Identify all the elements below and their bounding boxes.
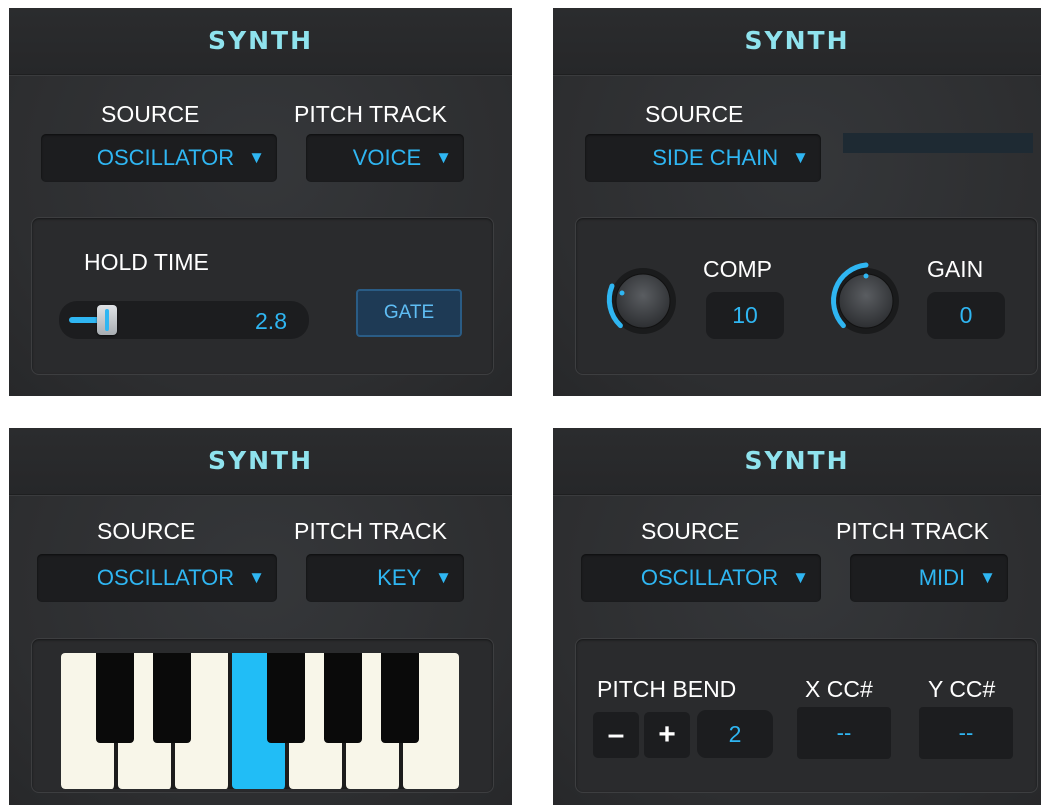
black-key[interactable] xyxy=(381,653,419,743)
black-key[interactable] xyxy=(324,653,362,743)
dropdown-arrow-icon: ▼ xyxy=(792,568,809,587)
source-value: OSCILLATOR xyxy=(96,565,235,590)
panel-header: SYNTH xyxy=(553,428,1041,495)
x-cc-label: X CC# xyxy=(805,676,873,702)
panel-header: SYNTH xyxy=(553,8,1041,75)
source-label: SOURCE xyxy=(97,518,196,544)
synth-panel-voice: SYNTH SOURCE OSCILLATOR ▼ PITCH TRACK VO… xyxy=(9,8,512,396)
synth-panel-side-chain: SYNTH SOURCE SIDE CHAIN ▼ COMP 10 GAIN 0 xyxy=(553,8,1041,396)
black-key[interactable] xyxy=(267,653,305,743)
pitch-track-value: MIDI xyxy=(918,565,966,590)
y-cc-field[interactable]: -- xyxy=(919,707,1013,759)
dropdown-arrow-icon: ▼ xyxy=(792,148,809,167)
pitch-track-label: PITCH TRACK xyxy=(294,101,447,127)
comp-value[interactable]: 10 xyxy=(706,292,784,339)
dropdown-arrow-icon: ▼ xyxy=(979,568,996,587)
comp-knob[interactable] xyxy=(598,256,688,346)
panel-title: SYNTH xyxy=(207,446,313,475)
gate-button[interactable]: GATE xyxy=(356,289,462,337)
panel-title: SYNTH xyxy=(207,26,313,55)
dropdown-arrow-icon: ▼ xyxy=(248,568,265,587)
side-chain-level-meter xyxy=(843,133,1033,153)
gain-label: GAIN xyxy=(927,256,984,282)
pitch-track-dropdown[interactable]: KEY ▼ xyxy=(306,554,464,602)
pitch-bend-label: PITCH BEND xyxy=(597,676,737,702)
piano-keyboard xyxy=(61,653,459,789)
hold-time-slider[interactable]: 2.8 xyxy=(59,301,309,339)
pitch-track-value: VOICE xyxy=(352,145,422,170)
panel-header: SYNTH xyxy=(9,8,512,75)
pitch-bend-value[interactable]: 2 xyxy=(697,710,773,758)
gain-value[interactable]: 0 xyxy=(927,292,1005,339)
black-key[interactable] xyxy=(96,653,134,743)
source-dropdown[interactable]: SIDE CHAIN ▼ xyxy=(585,134,821,182)
dropdown-arrow-icon: ▼ xyxy=(435,148,452,167)
pitch-bend-minus-button[interactable]: – xyxy=(593,712,639,758)
source-value: OSCILLATOR xyxy=(96,145,235,170)
pitch-track-dropdown[interactable]: VOICE ▼ xyxy=(306,134,464,182)
pitch-track-dropdown[interactable]: MIDI ▼ xyxy=(850,554,1008,602)
hold-time-label: HOLD TIME xyxy=(84,249,209,275)
hold-time-value: 2.8 xyxy=(255,308,287,334)
x-cc-field[interactable]: -- xyxy=(797,707,891,759)
y-cc-label: Y CC# xyxy=(928,676,996,702)
source-label: SOURCE xyxy=(641,518,740,544)
pitch-bend-plus-button[interactable]: + xyxy=(644,712,690,758)
panel-header: SYNTH xyxy=(9,428,512,495)
dropdown-arrow-icon: ▼ xyxy=(248,148,265,167)
source-dropdown[interactable]: OSCILLATOR ▼ xyxy=(581,554,821,602)
source-label: SOURCE xyxy=(645,101,744,127)
source-dropdown[interactable]: OSCILLATOR ▼ xyxy=(41,134,277,182)
synth-panel-key: SYNTH SOURCE OSCILLATOR ▼ PITCH TRACK KE… xyxy=(9,428,512,805)
source-value: OSCILLATOR xyxy=(640,565,779,590)
gain-knob[interactable] xyxy=(821,256,911,346)
synth-panel-midi: SYNTH SOURCE OSCILLATOR ▼ PITCH TRACK MI… xyxy=(553,428,1041,805)
black-key[interactable] xyxy=(153,653,191,743)
dropdown-arrow-icon: ▼ xyxy=(435,568,452,587)
slider-thumb[interactable] xyxy=(97,305,117,335)
comp-label: COMP xyxy=(703,256,772,282)
pitch-track-label: PITCH TRACK xyxy=(294,518,447,544)
panel-title: SYNTH xyxy=(744,26,850,55)
source-dropdown[interactable]: OSCILLATOR ▼ xyxy=(37,554,277,602)
source-value: SIDE CHAIN xyxy=(652,145,779,170)
source-label: SOURCE xyxy=(101,101,200,127)
panel-title: SYNTH xyxy=(744,446,850,475)
pitch-track-value: KEY xyxy=(377,565,422,590)
pitch-track-label: PITCH TRACK xyxy=(836,518,989,544)
